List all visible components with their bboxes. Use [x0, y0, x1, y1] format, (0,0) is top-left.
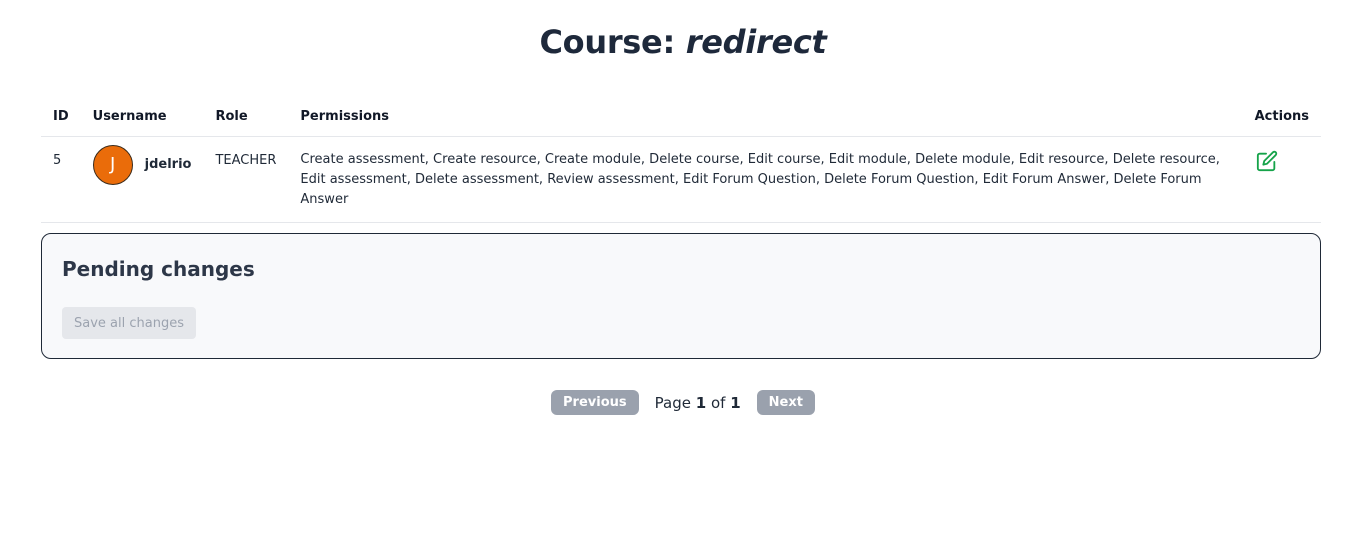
- column-header-actions: Actions: [1242, 97, 1321, 137]
- page-indicator: Page 1 of 1: [655, 394, 741, 412]
- current-page: 1: [695, 393, 707, 412]
- edit-user-button[interactable]: [1255, 149, 1279, 173]
- page-title: Course: redirect: [0, 22, 1366, 62]
- cell-role: TEACHER: [203, 136, 289, 223]
- title-prefix: Course:: [539, 23, 686, 61]
- total-pages: 1: [730, 393, 741, 412]
- save-all-changes-button[interactable]: Save all changes: [62, 307, 196, 339]
- pending-changes-panel: Pending changes Save all changes: [41, 233, 1321, 359]
- column-header-permissions: Permissions: [288, 97, 1243, 137]
- next-page-button[interactable]: Next: [756, 390, 815, 415]
- cell-id: 5: [41, 136, 81, 223]
- column-header-id: ID: [41, 97, 81, 137]
- user-info: J jdelrio: [92, 144, 192, 185]
- course-users-page: Course: redirect ID Username Role Permis…: [0, 0, 1366, 549]
- edit-icon: [1256, 150, 1277, 171]
- column-header-role: Role: [203, 97, 289, 137]
- of-word: of: [710, 393, 726, 412]
- page-word: Page: [654, 393, 691, 412]
- previous-page-button[interactable]: Previous: [551, 390, 639, 415]
- course-name: redirect: [685, 23, 827, 61]
- table-header-row: ID Username Role Permissions Actions: [41, 97, 1321, 137]
- cell-actions: [1242, 136, 1321, 223]
- cell-permissions: Create assessment, Create resource, Crea…: [288, 136, 1243, 223]
- table-row: 5 J jdelrio TEACHER Create assessment, C…: [41, 136, 1321, 223]
- pagination: Previous Page 1 of 1 Next: [0, 390, 1366, 415]
- cell-username: J jdelrio: [80, 136, 204, 223]
- users-table: ID Username Role Permissions Actions 5 J…: [41, 97, 1321, 223]
- avatar: J: [92, 144, 133, 185]
- username-text: jdelrio: [144, 156, 192, 172]
- column-header-username: Username: [80, 97, 204, 137]
- pending-changes-title: Pending changes: [62, 257, 255, 281]
